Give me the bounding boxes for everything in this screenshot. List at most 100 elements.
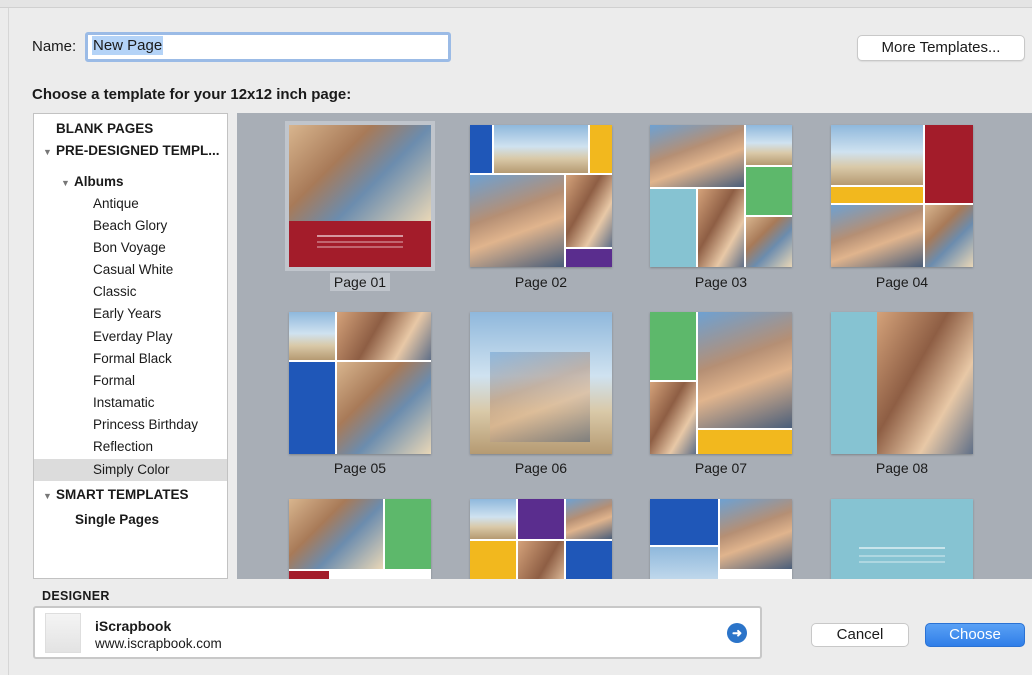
template-color-block	[470, 125, 492, 173]
template-photo	[490, 352, 590, 442]
sidebar-item-beach-glory[interactable]: Beach Glory	[93, 215, 227, 237]
template-color-block	[566, 541, 612, 579]
arrow-right-icon[interactable]: ➜	[727, 623, 747, 643]
template-photo	[337, 362, 431, 454]
sidebar-item-reflection[interactable]: Reflection	[93, 436, 227, 458]
template-caption-text: Page 02	[514, 274, 568, 290]
template-thumbnail-page-02[interactable]	[470, 125, 612, 267]
template-color-block	[289, 571, 329, 579]
sidebar-item-label: Early Years	[93, 306, 162, 321]
sidebar-item-label: Albums	[74, 174, 124, 189]
template-photo	[698, 189, 744, 267]
template-photo	[720, 499, 792, 569]
disclosure-triangle-icon[interactable]: ▼	[61, 172, 74, 194]
sidebar-item-instamatic[interactable]: Instamatic	[93, 392, 227, 414]
cancel-button[interactable]: Cancel	[811, 623, 909, 647]
template-caption-text: Page 05	[333, 460, 387, 476]
sidebar-item-casual-white[interactable]: Casual White	[93, 259, 227, 281]
template-color-block	[746, 167, 792, 215]
designer-url: www.iscrapbook.com	[95, 636, 222, 651]
template-thumbnail-page-11[interactable]	[650, 499, 792, 579]
template-photo	[831, 205, 923, 267]
sidebar-item-everday-play[interactable]: Everday Play	[93, 326, 227, 348]
sidebar-item-pre-designed[interactable]: ▼ PRE-DESIGNED TEMPL...	[43, 140, 227, 163]
template-photo	[746, 217, 792, 267]
sidebar-item-formal-black[interactable]: Formal Black	[93, 348, 227, 370]
template-thumbnail-page-01[interactable]	[285, 121, 435, 271]
name-input[interactable]: New Page	[85, 32, 451, 62]
template-text-line	[859, 561, 945, 563]
template-color-block	[650, 499, 718, 545]
sidebar-item-formal[interactable]: Formal	[93, 370, 227, 392]
template-thumbnail-page-10[interactable]	[470, 499, 612, 579]
template-thumbnail-page-09[interactable]	[289, 499, 431, 579]
template-thumbnail-page-08[interactable]	[831, 312, 973, 454]
template-color-block	[289, 221, 431, 267]
template-photo	[494, 125, 588, 173]
window-top-edge	[0, 0, 1032, 8]
sidebar-item-label: Bon Voyage	[93, 240, 166, 255]
template-color-block	[650, 189, 696, 267]
template-photo	[925, 205, 973, 267]
template-photo	[289, 499, 383, 569]
template-caption: Page 01	[289, 273, 431, 291]
template-caption-text: Page 04	[875, 274, 929, 290]
template-text-line	[317, 235, 403, 237]
template-text-line	[859, 555, 945, 557]
template-thumbnail-page-03[interactable]	[650, 125, 792, 267]
designer-info-box: iScrapbook www.iscrapbook.com ➜	[33, 606, 762, 659]
template-color-block	[590, 125, 612, 173]
template-color-block	[698, 430, 792, 454]
template-caption: Page 02	[470, 274, 612, 290]
template-caption: Page 04	[831, 274, 973, 290]
template-photo	[877, 312, 973, 454]
sidebar-item-early-years[interactable]: Early Years	[93, 303, 227, 325]
template-photo	[650, 382, 696, 454]
sidebar-item-label: Classic	[93, 284, 137, 299]
sidebar-item-antique[interactable]: Antique	[93, 193, 227, 215]
template-color-block	[385, 499, 431, 569]
sidebar-item-single-pages[interactable]: Single Pages	[75, 509, 227, 531]
sidebar-item-label: BLANK PAGES	[56, 121, 154, 136]
template-text-line	[859, 547, 945, 549]
sidebar-item-label: Everday Play	[93, 329, 173, 344]
choose-button[interactable]: Choose	[925, 623, 1025, 647]
sidebar-item-albums[interactable]: ▼ Albums	[61, 171, 227, 194]
template-caption: Page 05	[289, 460, 431, 476]
template-color-block	[650, 312, 696, 380]
template-thumbnail-page-06[interactable]	[470, 312, 612, 454]
sidebar-item-princess-birthday[interactable]: Princess Birthday	[93, 414, 227, 436]
sidebar-item-label: Formal	[93, 373, 136, 388]
template-photo	[698, 312, 792, 428]
sidebar-item-simply-color[interactable]: Simply Color	[34, 459, 227, 481]
template-grid: Page 01 Page 02 Page 03 Page 04 Page 05	[237, 113, 1032, 579]
template-thumbnail-page-12[interactable]	[831, 499, 973, 579]
template-photo	[746, 125, 792, 165]
template-caption-text: Page 01	[329, 273, 391, 291]
disclosure-triangle-icon[interactable]: ▼	[43, 141, 56, 163]
template-photo	[650, 125, 744, 187]
sidebar-item-smart-templates[interactable]: ▼ SMART TEMPLATES	[43, 484, 227, 507]
template-thumbnail-page-05[interactable]	[289, 312, 431, 454]
template-photo	[831, 125, 923, 185]
disclosure-triangle-icon[interactable]: ▼	[43, 485, 56, 507]
sidebar-item-classic[interactable]: Classic	[93, 281, 227, 303]
template-color-block	[925, 125, 973, 203]
sidebar-item-label: Simply Color	[93, 462, 170, 477]
template-photo	[470, 175, 564, 267]
template-color-block	[470, 541, 516, 579]
template-caption: Page 06	[470, 460, 612, 476]
template-thumbnail-page-04[interactable]	[831, 125, 973, 267]
sidebar-item-label: Princess Birthday	[93, 417, 199, 432]
sidebar-item-label: Formal Black	[93, 351, 172, 366]
sidebar-item-bon-voyage[interactable]: Bon Voyage	[93, 237, 227, 259]
more-templates-button[interactable]: More Templates...	[857, 35, 1025, 61]
sidebar-item-blank-pages[interactable]: BLANK PAGES	[56, 118, 227, 140]
name-label: Name:	[32, 38, 77, 55]
template-thumbnail-page-07[interactable]	[650, 312, 792, 454]
template-photo	[289, 312, 335, 360]
template-color-block	[518, 499, 564, 539]
avatar	[45, 613, 81, 653]
template-photo	[566, 175, 612, 247]
designer-section-label: DESIGNER	[42, 589, 110, 603]
